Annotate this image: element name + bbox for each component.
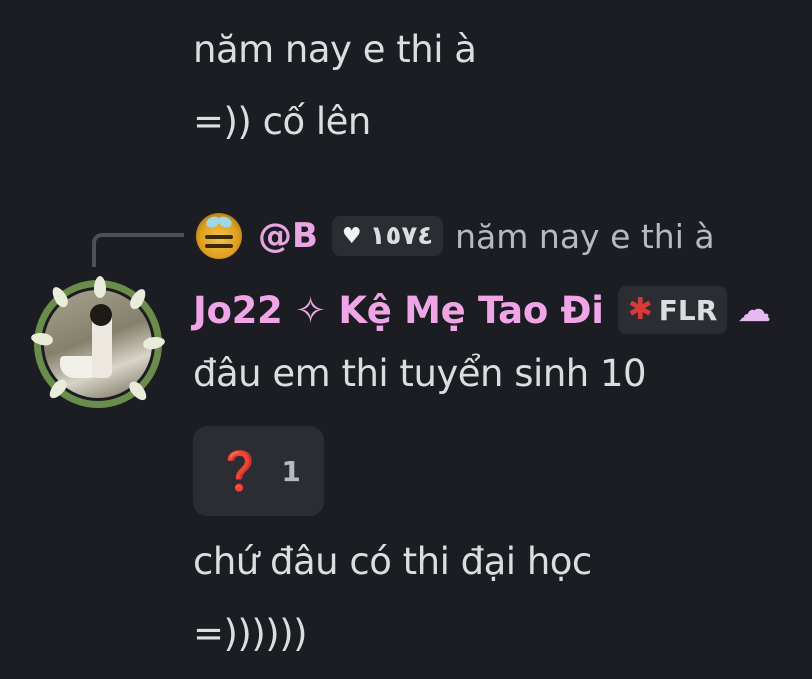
message-text: năm nay e thi à <box>193 28 477 71</box>
message-text: =)) cố lên <box>193 100 371 143</box>
reaction-count: 1 <box>281 454 301 488</box>
cloud-icon: ☁ <box>737 290 772 330</box>
maple-leaf-icon: ✱ <box>627 292 653 327</box>
clan-tag[interactable]: ✱ FLR <box>617 286 728 334</box>
reply-tag-label: ١٥٧٤ <box>369 221 434 251</box>
author-name[interactable]: Jo22 ✧ Kệ Mẹ Tao Đi <box>193 289 604 332</box>
reply-preview[interactable]: @B ♥ ١٥٧٤ năm nay e thi à <box>196 212 715 260</box>
message-text: =)))))) <box>193 612 308 655</box>
author-avatar[interactable] <box>30 276 166 408</box>
question-mark-icon: ❓ <box>216 448 264 493</box>
message-header: Jo22 ✧ Kệ Mẹ Tao Đi ✱ FLR ☁ <box>193 284 771 336</box>
reply-author-name[interactable]: @B <box>258 216 318 256</box>
reply-connector-line <box>92 233 184 267</box>
clan-tag-label: FLR <box>658 293 718 327</box>
reply-preview-text[interactable]: năm nay e thi à <box>455 217 714 256</box>
reply-server-tag[interactable]: ♥ ١٥٧٤ <box>331 216 444 256</box>
reaction-button[interactable]: ❓ 1 <box>193 426 324 516</box>
chat-view: năm nay e thi à =)) cố lên @B ♥ ١٥٧٤ năm… <box>0 0 812 679</box>
heart-icon: ♥ <box>341 223 362 249</box>
bee-avatar-icon[interactable] <box>196 213 242 259</box>
message-text: đâu em thi tuyển sinh 10 <box>193 352 647 395</box>
message-text: chứ đâu có thi đại học <box>193 540 592 583</box>
